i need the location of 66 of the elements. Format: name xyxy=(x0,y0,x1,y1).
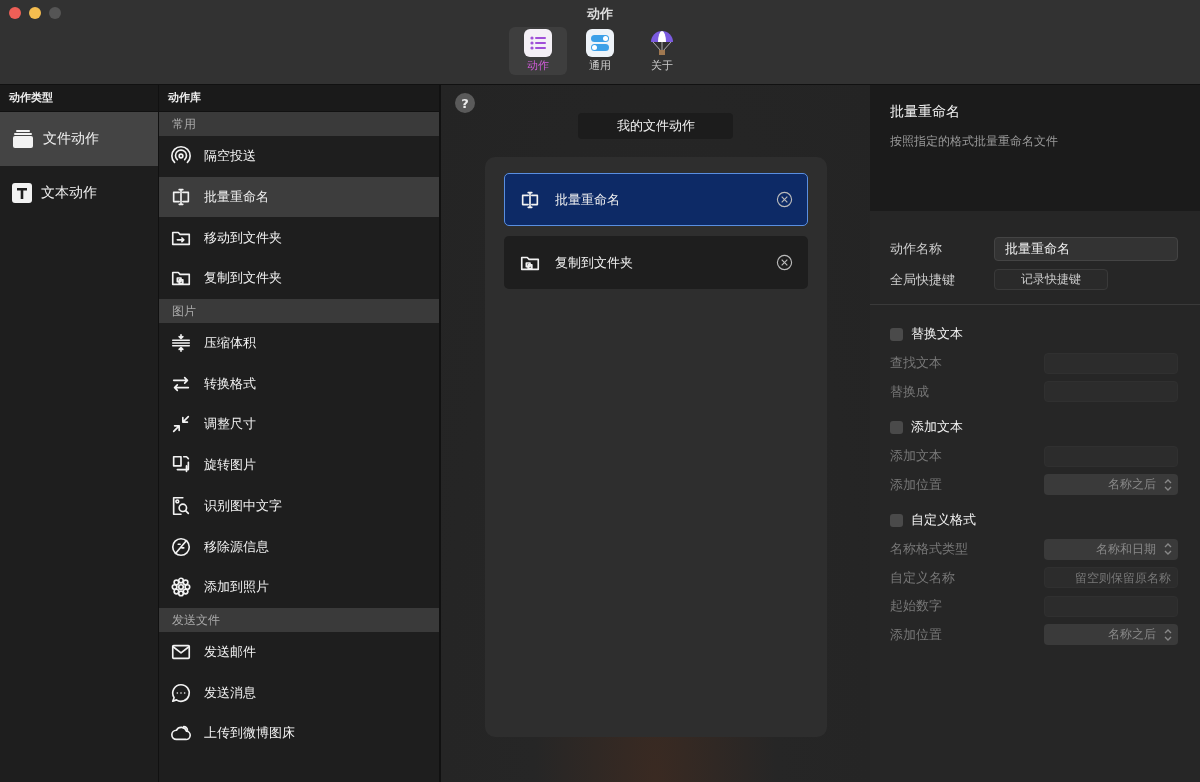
close-button[interactable] xyxy=(9,7,21,19)
chevron-updown-icon xyxy=(1164,628,1172,641)
library-item[interactable]: 发送消息 xyxy=(159,672,439,713)
flower-icon xyxy=(170,576,192,599)
no-source-icon xyxy=(170,535,192,558)
library-item[interactable]: 移除源信息 xyxy=(159,526,439,567)
chat-bubble-icon xyxy=(170,681,192,704)
library-item[interactable]: 旋转图片 xyxy=(159,444,439,486)
tray-icon xyxy=(12,129,34,149)
column-header: 动作类型 xyxy=(0,85,158,112)
field-label: 名称格式类型 xyxy=(890,540,968,559)
list-icon xyxy=(524,29,552,57)
toolbar-tab[interactable]: 关于 xyxy=(633,27,691,75)
compress-icon xyxy=(170,332,192,355)
parachute-icon xyxy=(648,29,676,57)
section-header: 发送文件 xyxy=(159,607,439,632)
library-item[interactable]: 发送邮件 xyxy=(159,631,439,673)
section-header: 常用 xyxy=(159,112,439,136)
field-label: 全局快捷键 xyxy=(890,270,956,289)
field-label: 起始数字 xyxy=(890,597,942,616)
section-header: 图片 xyxy=(159,298,439,323)
workflow-title: 我的文件动作 xyxy=(578,113,733,139)
action-description: 按照指定的格式批量重命名文件 xyxy=(890,133,1059,150)
toolbar-tab[interactable]: 通用 xyxy=(571,27,629,75)
sidebar-item[interactable]: 文件动作 xyxy=(0,112,158,166)
library-item[interactable]: 调整尺寸 xyxy=(159,404,439,445)
library-item[interactable]: 上传到微博图床 xyxy=(159,712,439,754)
checkbox-label: 替换文本 xyxy=(911,325,963,343)
minimize-button[interactable] xyxy=(29,7,41,19)
library-item[interactable]: 识别图中文字 xyxy=(159,485,439,527)
field-label: 添加位置 xyxy=(890,475,942,494)
checkbox[interactable] xyxy=(890,327,903,341)
remove-icon[interactable] xyxy=(775,254,793,271)
field-label: 添加文本 xyxy=(890,447,942,466)
action-title: 批量重命名 xyxy=(890,103,961,121)
chevron-updown-icon xyxy=(1164,543,1172,556)
library-item[interactable]: 添加到照片 xyxy=(159,566,439,608)
checkbox-label: 添加文本 xyxy=(911,418,963,436)
help-button[interactable]: ? xyxy=(455,93,475,113)
checkbox-label: 自定义格式 xyxy=(911,511,976,529)
field-label: 替换成 xyxy=(890,382,929,401)
action-card[interactable]: 复制到文件夹 xyxy=(503,236,808,289)
library-item[interactable]: 隔空投送 xyxy=(159,136,439,177)
image-search-icon xyxy=(170,494,192,517)
toggles-icon xyxy=(586,29,614,57)
library-item[interactable]: 复制到文件夹 xyxy=(159,258,439,299)
zoom-button[interactable] xyxy=(49,7,61,19)
checkbox[interactable] xyxy=(890,513,903,527)
column-header: 动作库 xyxy=(159,85,439,112)
field-label: 自定义名称 xyxy=(890,568,955,587)
action-card[interactable]: 批量重命名 xyxy=(503,173,808,226)
library-item[interactable]: 批量重命名 xyxy=(159,176,439,218)
sidebar-item[interactable]: 文本动作 xyxy=(0,166,158,220)
checkbox[interactable] xyxy=(890,420,903,434)
field-label: 查找文本 xyxy=(890,354,942,373)
window-title: 动作 xyxy=(587,5,613,23)
record-shortcut-button[interactable]: 记录快捷键 xyxy=(994,269,1108,290)
library-item[interactable]: 移动到文件夹 xyxy=(159,217,439,259)
name-field[interactable]: 批量重命名 xyxy=(994,237,1178,261)
chevron-updown-icon xyxy=(1164,478,1172,491)
remove-icon[interactable] xyxy=(775,191,793,208)
field-label: 动作名称 xyxy=(890,240,943,258)
letter-t-icon xyxy=(12,183,32,203)
library-item[interactable]: 压缩体积 xyxy=(159,322,439,364)
library-item[interactable]: 转换格式 xyxy=(159,363,439,405)
field-label: 添加位置 xyxy=(890,625,942,644)
